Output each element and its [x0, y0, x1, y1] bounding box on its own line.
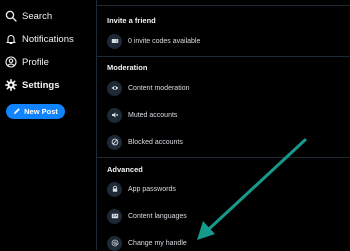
- row-change-my-handle[interactable]: Change my handle: [107, 235, 187, 251]
- row-invite-codes[interactable]: 0 invite codes available: [107, 33, 200, 49]
- row-label: 0 invite codes available: [128, 37, 201, 45]
- settings-panel: Invite a friend 0 invite codes available…: [97, 0, 350, 251]
- sidebar-item-label: Settings: [22, 79, 60, 91]
- row-label: Content languages: [128, 212, 187, 220]
- row-content-languages[interactable]: Content languages: [107, 208, 187, 224]
- row-label: Muted accounts: [128, 111, 178, 119]
- sidebar-item-search[interactable]: Search: [5, 8, 52, 24]
- section-title-advanced: Advanced: [107, 165, 143, 174]
- ticket-icon: [107, 33, 122, 49]
- section-title-moderation: Moderation: [107, 63, 148, 72]
- section-title-invite: Invite a friend: [107, 16, 156, 25]
- row-label: Content moderation: [128, 84, 190, 92]
- row-label: Change my handle: [128, 239, 187, 247]
- sidebar-item-notifications[interactable]: Notifications: [5, 31, 74, 47]
- row-label: App passwords: [128, 185, 176, 193]
- sidebar-item-profile[interactable]: Profile: [5, 54, 49, 70]
- row-blocked-accounts[interactable]: Blocked accounts: [107, 134, 183, 150]
- bell-icon: [5, 33, 17, 45]
- row-app-passwords[interactable]: App passwords: [107, 181, 176, 197]
- lock-icon: [107, 181, 122, 197]
- block-icon: [107, 134, 122, 150]
- row-label: Blocked accounts: [128, 138, 183, 146]
- at-icon: [107, 235, 122, 251]
- section-divider: [97, 5, 350, 6]
- section-divider: [97, 56, 350, 57]
- sidebar: Search Notifications Profile Settings Ne…: [0, 0, 95, 250]
- pencil-icon: [13, 107, 21, 117]
- search-icon: [5, 10, 17, 22]
- user-circle-icon: [5, 56, 17, 68]
- gear-icon: [5, 79, 17, 91]
- row-content-moderation[interactable]: Content moderation: [107, 80, 189, 96]
- row-muted-accounts[interactable]: Muted accounts: [107, 107, 177, 123]
- sidebar-item-label: Profile: [22, 56, 49, 68]
- section-divider: [97, 157, 350, 158]
- new-post-button[interactable]: New Post: [6, 104, 65, 119]
- sidebar-item-settings[interactable]: Settings: [5, 77, 59, 93]
- eye-icon: [107, 80, 122, 96]
- language-icon: [107, 208, 122, 224]
- new-post-label: New Post: [24, 107, 58, 116]
- sidebar-item-label: Notifications: [22, 33, 74, 45]
- mute-icon: [107, 107, 122, 123]
- sidebar-item-label: Search: [22, 10, 53, 22]
